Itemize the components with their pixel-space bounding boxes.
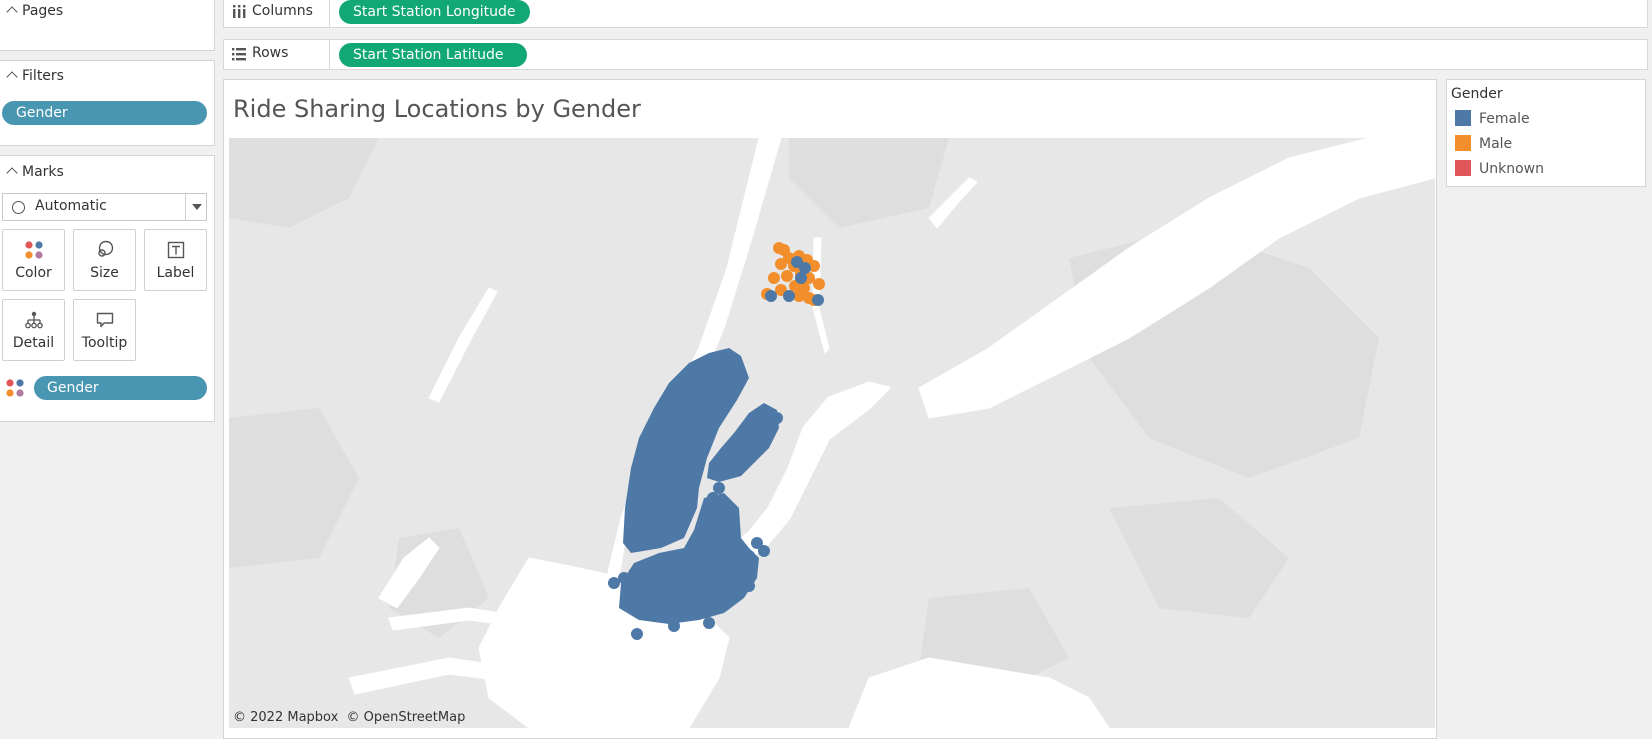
chevron-up-icon: [6, 71, 18, 83]
marks-label-button[interactable]: Label: [144, 229, 207, 291]
view-pane: Ride Sharing Locations by Gender © 2022 …: [223, 79, 1437, 739]
marks-color-button[interactable]: Color: [2, 229, 65, 291]
data-point-male: [773, 242, 785, 254]
marks-tooltip-label: Tooltip: [81, 335, 128, 351]
columns-pill-start-station-longitude[interactable]: Start Station Longitude: [339, 0, 530, 24]
rows-pill-start-station-latitude[interactable]: Start Station Latitude: [339, 43, 527, 67]
filters-card: Filters Gender: [0, 60, 215, 146]
columns-shelf[interactable]: Columns Start Station Longitude: [223, 0, 1648, 28]
data-point-female: [707, 492, 719, 504]
chevron-up-icon: [6, 6, 18, 18]
shelf-divider: [329, 40, 330, 69]
chevron-down-icon: [192, 204, 202, 210]
marks-size-button[interactable]: Size: [73, 229, 136, 291]
filters-card-header[interactable]: Filters: [6, 68, 64, 84]
legend-label-male: Male: [1479, 136, 1513, 152]
mark-type-value: Automatic: [35, 198, 107, 214]
map-attribution[interactable]: © 2022 Mapbox © OpenStreetMap: [233, 710, 465, 725]
legend-label-unknown: Unknown: [1479, 161, 1544, 177]
data-point-female: [771, 412, 783, 424]
dropdown-divider: [185, 194, 186, 220]
legend-swatch-unknown: [1455, 160, 1471, 176]
legend-swatch-male: [1455, 135, 1471, 151]
detail-hierarchy-icon: [24, 311, 43, 329]
view-title: Ride Sharing Locations by Gender: [233, 95, 641, 123]
data-point-male: [781, 270, 793, 282]
filters-title: Filters: [22, 68, 64, 84]
mark-type-select[interactable]: Automatic: [2, 193, 207, 221]
rows-shelf[interactable]: Rows Start Station Latitude: [223, 39, 1648, 70]
legend-label-female: Female: [1479, 111, 1530, 127]
data-point-female: [618, 572, 630, 584]
gender-legend: Gender Female Male Unknown: [1446, 79, 1646, 187]
data-point-female: [765, 290, 777, 302]
data-point-female: [743, 550, 755, 562]
rows-shelf-label: Rows: [252, 45, 289, 61]
marks-color-label: Color: [15, 265, 52, 281]
pages-card: Pages: [0, 0, 215, 51]
size-circles-icon: [97, 240, 113, 257]
rows-shelf-icon: [232, 48, 246, 61]
color-dots-icon: [6, 379, 24, 397]
data-point-female: [758, 545, 770, 557]
map[interactable]: [229, 138, 1435, 728]
circle-mark-icon: [12, 201, 25, 214]
data-point-female: [743, 580, 755, 592]
marks-card: Marks Automatic Color Size Label Detail …: [0, 155, 215, 422]
legend-item-female[interactable]: Female: [1455, 110, 1530, 127]
marks-detail-button[interactable]: Detail: [2, 299, 65, 361]
chevron-up-icon: [6, 167, 18, 179]
data-point-female: [631, 628, 643, 640]
pages-card-header[interactable]: Pages: [6, 3, 63, 19]
data-point-female: [735, 368, 747, 380]
marks-label-label: Label: [156, 265, 195, 281]
legend-item-male[interactable]: Male: [1455, 135, 1512, 152]
marks-card-header[interactable]: Marks: [6, 164, 64, 180]
female-points-manhattan: [608, 348, 783, 640]
marks-title: Marks: [22, 164, 64, 180]
marks-color-pill-gender[interactable]: Gender: [34, 376, 207, 400]
columns-shelf-label: Columns: [252, 3, 313, 19]
data-point-female: [783, 290, 795, 302]
columns-shelf-icon: [233, 5, 246, 18]
pages-title: Pages: [22, 3, 64, 19]
marks-size-label: Size: [90, 265, 119, 281]
marks-detail-label: Detail: [12, 335, 55, 351]
data-point-female: [795, 272, 807, 284]
legend-item-unknown[interactable]: Unknown: [1455, 160, 1544, 177]
legend-swatch-female: [1455, 110, 1471, 126]
filter-pill-gender[interactable]: Gender: [2, 101, 207, 125]
data-point-male: [775, 258, 787, 270]
data-point-female: [668, 620, 680, 632]
color-dots-icon: [24, 241, 43, 259]
data-point-female: [713, 482, 725, 494]
legend-title: Gender: [1451, 86, 1503, 102]
tooltip-bubble-icon: [96, 312, 113, 328]
shelf-divider: [329, 0, 330, 27]
data-point-male: [768, 272, 780, 284]
data-point-female: [812, 294, 824, 306]
text-label-icon: [167, 241, 184, 259]
marks-tooltip-button[interactable]: Tooltip: [73, 299, 136, 361]
data-point-male: [813, 278, 825, 290]
data-point-female: [703, 617, 715, 629]
